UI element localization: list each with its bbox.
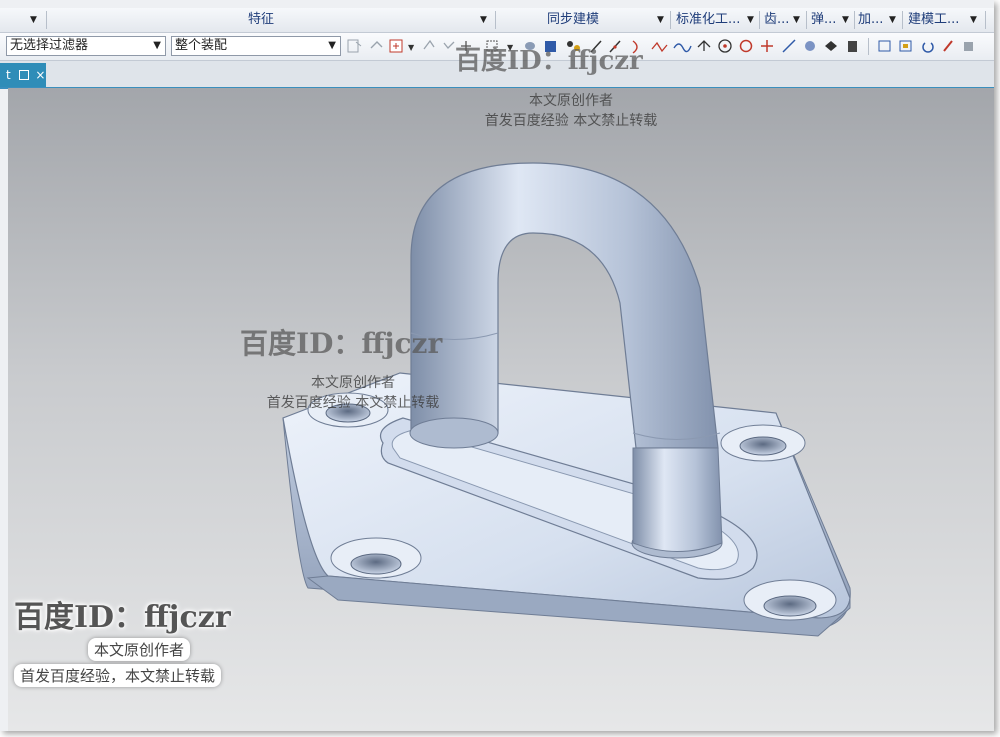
quadrant-point-icon[interactable] (739, 39, 753, 53)
select-body-icon[interactable] (370, 41, 383, 49)
point-on-curve-icon[interactable] (782, 39, 796, 53)
close-icon[interactable]: × (35, 68, 45, 82)
arc-center-icon[interactable] (718, 39, 732, 53)
u-bolt-base-left (409, 417, 499, 449)
separator (759, 11, 760, 29)
tab-label: t (6, 68, 11, 82)
group-sync-modeling[interactable]: 同步建模 (547, 8, 599, 32)
bounded-grid-icon[interactable] (825, 41, 837, 51)
chevron-down-icon[interactable]: ▼ (793, 8, 800, 32)
chevron-down-icon[interactable]: ▼ (480, 8, 487, 32)
tab-part[interactable]: t × (0, 63, 46, 87)
group-modeling-tools[interactable]: 建模工... (908, 8, 959, 32)
u-bolt-right-leg (632, 447, 723, 552)
watermark-middle-lines: 本文原创作者 首发百度经验 本文禁止转载 (266, 375, 440, 411)
spline-icon[interactable] (651, 41, 668, 53)
chevron-down-icon[interactable]: ▼ (408, 43, 415, 52)
separator (46, 11, 47, 29)
group-feature[interactable]: 特征 (248, 8, 274, 32)
select-feature-icon[interactable] (347, 39, 362, 53)
hole-bottom-left (330, 537, 422, 579)
group-spring[interactable]: 弹... (811, 8, 836, 32)
separator (806, 11, 807, 29)
select-face-icon[interactable] (389, 39, 403, 53)
chevron-down-icon[interactable]: ▼ (842, 8, 849, 32)
group-menu-bar: ▼ 特征 ▼ 同步建模 ▼ 标准化工... ▼ 齿... ▼ 弹... ▼ 加.… (0, 8, 994, 33)
rotate-icon[interactable] (922, 42, 934, 53)
watermark-top: 百度ID：ffjczr (455, 46, 643, 76)
separator (985, 11, 986, 29)
existing-point-icon[interactable] (761, 40, 773, 52)
separator (868, 38, 869, 55)
part-icon (18, 70, 29, 80)
chevron-down-icon[interactable]: ▼ (889, 8, 896, 32)
shading-icon[interactable] (964, 42, 973, 51)
select-curve-icon[interactable] (443, 41, 455, 49)
hole-top-right (720, 424, 806, 462)
chevron-down-icon[interactable]: ▼ (747, 8, 754, 32)
point-on-face-icon[interactable] (805, 41, 815, 51)
zoom-fit-icon[interactable] (878, 40, 891, 52)
group-standardization[interactable]: 标准化工... (676, 8, 740, 32)
separator (902, 11, 903, 29)
watermark-top-lines: 本文原创作者 首发百度经验 本文禁止转载 (484, 93, 658, 129)
select-edge-icon[interactable] (423, 39, 435, 50)
watermark-middle: 百度ID：ffjczr (240, 327, 443, 360)
group-gear[interactable]: 齿... (764, 8, 789, 32)
chevron-down-icon[interactable]: ▼ (970, 8, 977, 32)
intersection-point-icon[interactable] (697, 40, 711, 51)
zoom-window-icon[interactable] (899, 40, 912, 52)
nx-modeling-window: ▼ 特征 ▼ 同步建模 ▼ 标准化工... ▼ 齿... ▼ 弹... ▼ 加.… (0, 0, 994, 731)
quick-access-dropdown-icon[interactable]: ▼ (30, 8, 37, 32)
group-machining[interactable]: 加... (858, 8, 883, 32)
watermark-bottom-left: 百度ID：ffjczr 本文原创作者 首发百度经验，本文禁止转载 (14, 600, 231, 687)
hole-bottom-right (743, 579, 837, 621)
separator (495, 11, 496, 29)
separator (854, 11, 855, 29)
box-select-icon[interactable] (848, 41, 857, 52)
separator (670, 11, 671, 29)
chevron-down-icon[interactable]: ▼ (657, 8, 664, 32)
curve-icon[interactable] (673, 43, 692, 53)
pan-icon[interactable] (943, 40, 953, 52)
